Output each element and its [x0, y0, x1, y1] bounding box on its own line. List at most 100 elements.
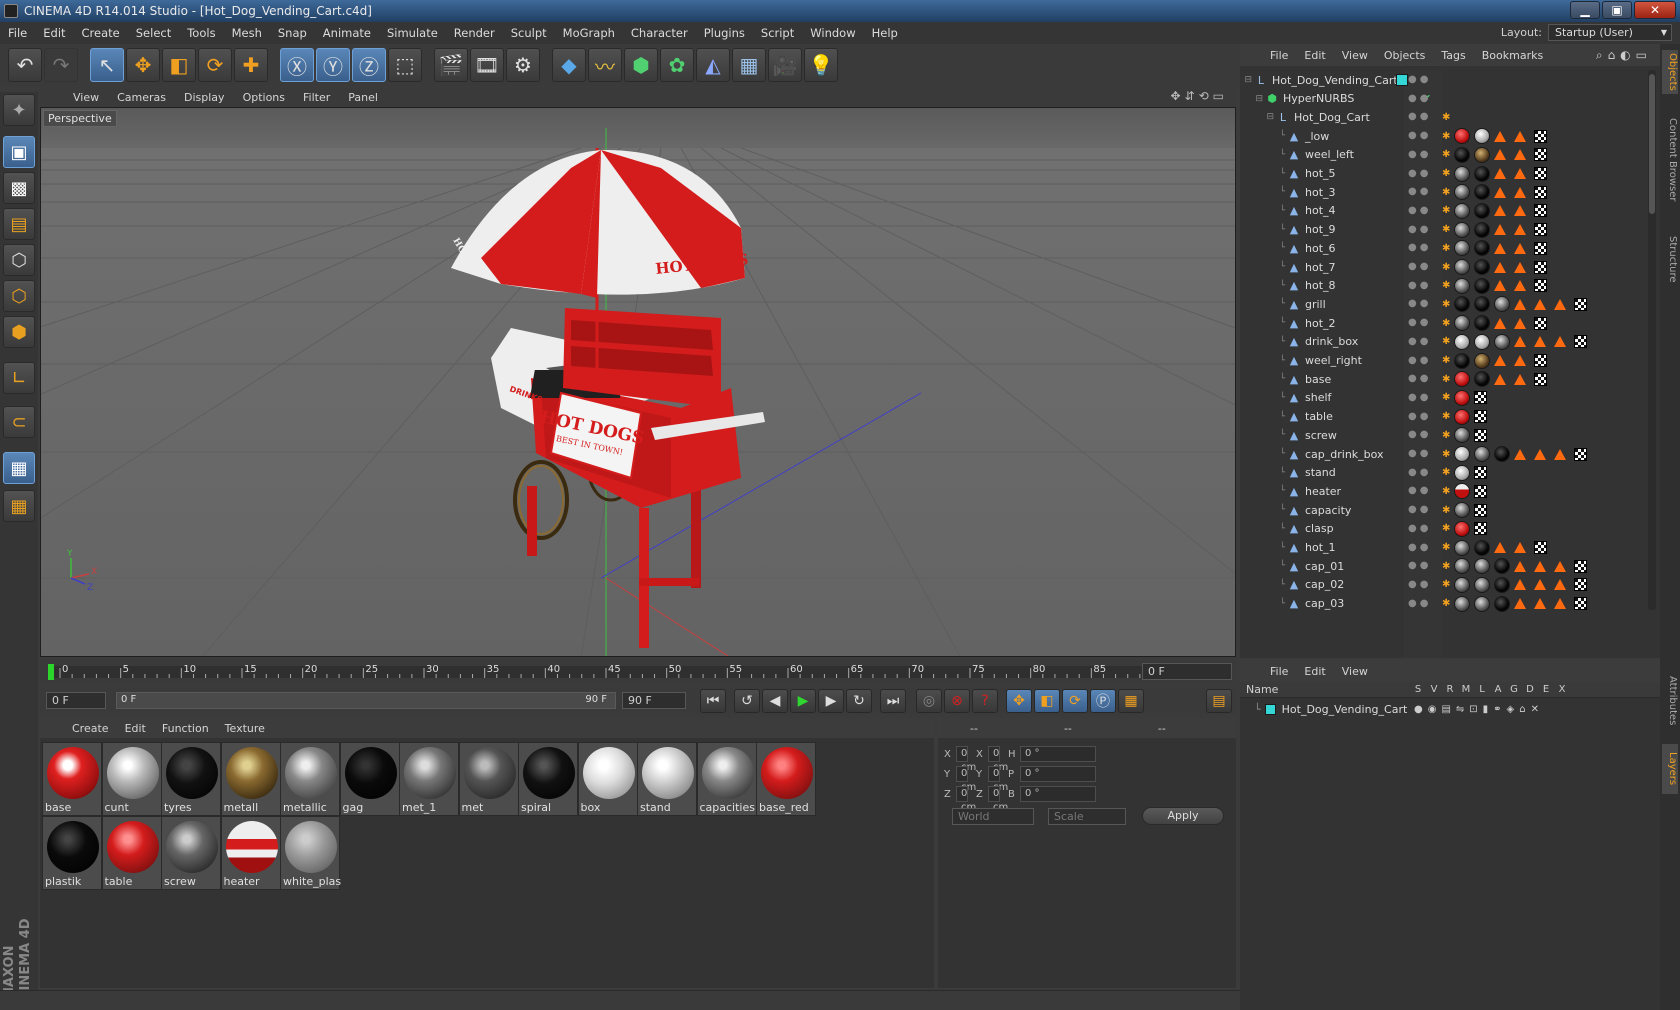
menu-character[interactable]: Character: [623, 22, 696, 44]
object-name[interactable]: hot_7: [1305, 261, 1336, 274]
material-tag-icon[interactable]: [1454, 221, 1471, 238]
start-frame-field[interactable]: 0 F: [46, 692, 106, 709]
layer-column-header[interactable]: L: [1474, 684, 1490, 695]
object-name[interactable]: base: [1305, 373, 1331, 386]
object-tree-row[interactable]: └ ▲ hot_8: [1240, 276, 1404, 296]
phong-tag-icon[interactable]: ✱: [1442, 449, 1450, 460]
material-tag-icon[interactable]: [1474, 333, 1491, 350]
solo-mode-icon[interactable]: ▦: [3, 490, 35, 522]
search-icon[interactable]: ⌕⌂◐▭: [1596, 48, 1652, 63]
key-scale-icon[interactable]: ◧: [1034, 689, 1060, 713]
object-name[interactable]: Hot_Dog_Cart: [1294, 111, 1370, 124]
uvw-tag-icon[interactable]: [1534, 260, 1548, 274]
selection-tag-icon[interactable]: [1534, 448, 1547, 460]
selection-tag-icon[interactable]: [1554, 298, 1567, 310]
object-tree-row[interactable]: └ ▲ clasp: [1240, 519, 1404, 539]
material-tag-icon[interactable]: [1474, 446, 1491, 462]
object-tree-row[interactable]: └ ▲ cap_03: [1240, 594, 1404, 614]
frame-range-slider[interactable]: 0 F 90 F: [116, 692, 616, 709]
uvw-tag-icon[interactable]: [1534, 129, 1548, 143]
material-tag-icon[interactable]: [1454, 539, 1471, 556]
polygons-mode-icon[interactable]: ⬢: [3, 316, 35, 348]
material-swatch[interactable]: white_plas: [280, 816, 341, 890]
visibility-dots[interactable]: ●●: [1408, 355, 1431, 366]
vp-menu-panel[interactable]: Panel: [339, 91, 387, 104]
go-to-end-icon[interactable]: ⏭: [880, 689, 906, 713]
material-swatch[interactable]: box: [577, 742, 638, 816]
mat-menu-function[interactable]: Function: [154, 722, 217, 735]
menu-snap[interactable]: Snap: [270, 22, 315, 44]
perspective-viewport[interactable]: Perspective HOT DOGS BEST IN TOWN! DRINK…: [40, 107, 1236, 657]
tab-objects[interactable]: Objects: [1662, 50, 1678, 94]
material-swatch[interactable]: met_1: [399, 742, 459, 816]
record-keys-icon[interactable]: ◎: [916, 689, 942, 713]
material-swatch[interactable]: metall: [220, 742, 281, 816]
visibility-dots[interactable]: ●●: [1408, 74, 1431, 85]
phong-tag-icon[interactable]: ✱: [1442, 168, 1450, 179]
uvw-tag-icon[interactable]: [1474, 391, 1488, 405]
material-tag-icon[interactable]: [1454, 202, 1471, 219]
phong-tag-icon[interactable]: ✱: [1442, 131, 1450, 142]
selection-tag-icon[interactable]: [1514, 355, 1527, 366]
uvw-tag-icon[interactable]: [1534, 279, 1548, 293]
visibility-dots[interactable]: ●●: [1408, 205, 1431, 216]
vp-menu-options[interactable]: Options: [234, 91, 294, 104]
material-tag-icon[interactable]: [1454, 389, 1471, 406]
axis-mode-icon[interactable]: ∟: [3, 362, 35, 394]
object-name[interactable]: shelf: [1305, 391, 1331, 404]
material-tag-icon[interactable]: [1474, 259, 1491, 275]
size-z-field[interactable]: 0 cm: [988, 786, 1008, 813]
autokeying-icon[interactable]: ⊗: [944, 689, 970, 713]
object-name[interactable]: clasp: [1305, 522, 1334, 535]
material-tag-icon[interactable]: [1454, 446, 1471, 462]
uvw-tag-icon[interactable]: [1574, 447, 1588, 461]
layer-menu-edit[interactable]: Edit: [1296, 665, 1333, 678]
material-tag-icon[interactable]: [1474, 576, 1491, 593]
next-key-icon[interactable]: ↻: [846, 689, 872, 713]
texture-mode-icon[interactable]: ▩: [3, 172, 35, 204]
next-frame-icon[interactable]: ▶: [818, 689, 844, 713]
object-tree-row[interactable]: └ ▲ capacity: [1240, 500, 1404, 520]
uvw-tag-icon[interactable]: [1534, 541, 1548, 554]
phong-tag-icon[interactable]: ✱: [1442, 523, 1450, 534]
floor-icon[interactable]: ▦: [732, 48, 766, 82]
menu-help[interactable]: Help: [864, 22, 906, 44]
rot-b-field[interactable]: 0 °: [1020, 786, 1096, 802]
object-tree-row[interactable]: └ ▲ shelf: [1240, 388, 1404, 408]
menu-edit[interactable]: Edit: [35, 22, 73, 44]
object-name[interactable]: hot_1: [1305, 541, 1336, 554]
selection-tag-icon[interactable]: [1514, 280, 1527, 292]
spline-pen-icon[interactable]: 〰: [588, 48, 622, 82]
selection-tag-icon[interactable]: [1554, 560, 1567, 572]
recent-tools-icon[interactable]: ✚: [234, 48, 268, 82]
phong-tag-icon[interactable]: ✱: [1442, 505, 1450, 516]
layer-toggle-icons[interactable]: ●◉▤⇋⊡▮⚭◈⌂✕: [1414, 704, 1544, 715]
visibility-dots[interactable]: ●●: [1408, 411, 1431, 422]
layer-menu-file[interactable]: File: [1262, 665, 1296, 678]
uvw-tag-icon[interactable]: [1534, 241, 1548, 255]
rot-p-field[interactable]: 0 °: [1020, 766, 1096, 782]
uvw-tag-icon[interactable]: [1534, 204, 1548, 218]
object-name[interactable]: hot_9: [1305, 223, 1336, 236]
uvw-tag-icon[interactable]: [1474, 428, 1488, 442]
phong-tag-icon[interactable]: ✱: [1442, 243, 1450, 254]
uvw-tag-icon[interactable]: [1474, 503, 1488, 517]
visibility-dots[interactable]: ●●: [1408, 523, 1431, 534]
selection-tag-icon[interactable]: [1554, 448, 1567, 460]
tab-content-browser[interactable]: Content Browser: [1662, 100, 1678, 220]
tab-structure[interactable]: Structure: [1662, 224, 1678, 294]
uvw-tag-icon[interactable]: [1534, 167, 1548, 180]
material-tag-icon[interactable]: [1454, 296, 1471, 313]
material-tag-icon[interactable]: [1454, 427, 1471, 444]
material-tag-icon[interactable]: [1454, 464, 1471, 481]
object-tree-row[interactable]: └ ▲ stand: [1240, 463, 1404, 483]
material-swatch[interactable]: cunt: [101, 742, 162, 816]
selection-tag-icon[interactable]: [1514, 579, 1527, 591]
object-name[interactable]: hot_5: [1305, 167, 1336, 180]
layer-menu-view[interactable]: View: [1334, 665, 1376, 678]
visibility-dots[interactable]: ●●: [1408, 373, 1431, 384]
selection-tag-icon[interactable]: [1514, 261, 1527, 273]
material-tag-icon[interactable]: [1454, 146, 1471, 163]
object-name[interactable]: weel_left: [1305, 148, 1354, 161]
selection-tag-icon[interactable]: [1554, 579, 1567, 591]
